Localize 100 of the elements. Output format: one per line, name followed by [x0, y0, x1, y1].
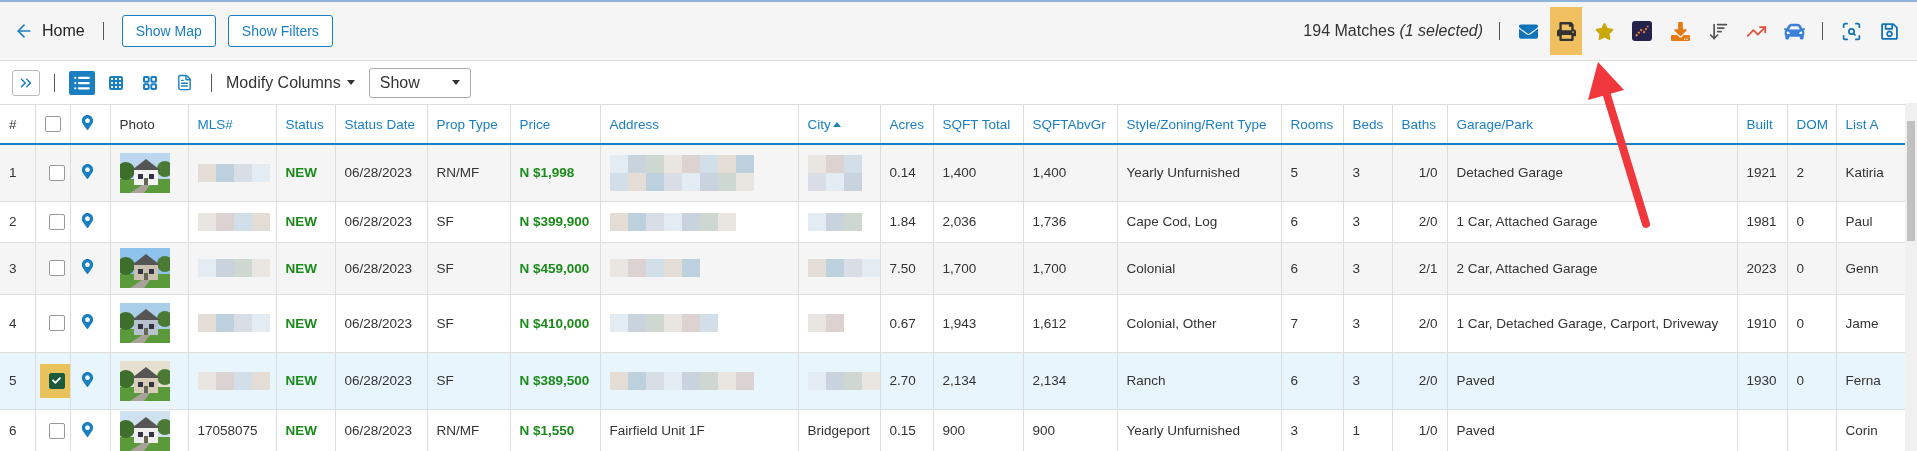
table-cell: 2/1	[1418, 260, 1438, 276]
table-cell: 2/0	[1418, 214, 1438, 229]
table-cell: 1,700	[1032, 260, 1067, 276]
table-cell: 5	[9, 373, 17, 388]
table-cell: 1,612	[1032, 315, 1067, 331]
table-cell: 3	[1352, 260, 1360, 276]
outline-button[interactable]: Show Filters	[227, 15, 333, 47]
table-cell: 3	[1352, 165, 1360, 181]
map-pin-icon	[79, 115, 95, 130]
table-cell: 2/0	[1418, 315, 1438, 331]
table-cell: 1930	[1746, 373, 1777, 388]
star-icon	[1594, 21, 1614, 41]
table-cell: 06/28/2023	[344, 214, 413, 229]
check-icon	[52, 376, 61, 385]
match-count: 194 Matches (1 selected)	[1303, 22, 1483, 40]
column-header[interactable]: List A	[1845, 116, 1879, 132]
table-cell: 1.84	[889, 214, 916, 229]
scrollbar[interactable]	[1905, 103, 1917, 451]
modify-columns-menu[interactable]: Modify Columns	[226, 73, 355, 92]
column-header[interactable]: City	[807, 116, 831, 132]
table-cell: 1,700	[942, 260, 977, 276]
table-cell: 1,400	[942, 165, 977, 181]
column-header[interactable]: Price	[519, 116, 551, 132]
table-cell: Fairfield Unit 1F	[609, 423, 705, 438]
table-cell: 0.14	[889, 165, 916, 181]
row-checkbox[interactable]	[48, 164, 65, 181]
select-all-checkbox[interactable]	[44, 116, 61, 132]
table-cell: Paul	[1845, 214, 1873, 229]
row-checkbox[interactable]	[48, 372, 65, 389]
table-cell: 2	[1796, 165, 1804, 181]
view-button[interactable]	[69, 70, 95, 95]
table-cell: 2023	[1746, 260, 1777, 276]
table-cell: Colonial, Other	[1126, 315, 1217, 331]
column-header[interactable]: Garage/Park	[1456, 116, 1534, 132]
map-pin-icon[interactable]	[79, 421, 95, 437]
table-cell: 900	[942, 423, 966, 438]
table-cell: 1,736	[1032, 214, 1067, 229]
table-cell: N $1,998	[519, 165, 575, 181]
table-cell: N $459,000	[519, 260, 590, 276]
table-cell: NEW	[285, 315, 317, 331]
table-cell: N $410,000	[519, 315, 590, 331]
table-cell: NEW	[285, 260, 317, 276]
table-cell: 0	[1796, 315, 1804, 331]
table-cell: RN/MF	[436, 423, 480, 438]
row-checkbox[interactable]	[48, 315, 65, 331]
table-cell: 3	[1352, 373, 1360, 388]
table-cell: 0	[1796, 214, 1804, 229]
map-pin-icon[interactable]	[79, 314, 95, 329]
save-icon	[1879, 21, 1899, 41]
print-icon	[1556, 21, 1576, 41]
map-pin-icon[interactable]	[79, 163, 95, 179]
table-cell: 1/0	[1418, 165, 1438, 181]
table-cell: 900	[1032, 423, 1056, 438]
table-cell: 2.70	[889, 373, 916, 388]
table-cell: 2/0	[1418, 373, 1438, 388]
table-cell: NEW	[285, 373, 317, 388]
row-checkbox[interactable]	[48, 422, 65, 439]
document-icon	[175, 74, 193, 91]
table-cell: Paved	[1456, 423, 1495, 438]
column-header: Photo	[119, 116, 155, 132]
column-header: #	[9, 116, 17, 132]
table-cell: 0	[1796, 373, 1804, 388]
row-checkbox[interactable]	[48, 260, 65, 276]
table-cell: Katiria	[1845, 165, 1884, 181]
table-cell: Jame	[1845, 315, 1879, 331]
table-cell: Yearly Unfurnished	[1126, 165, 1241, 181]
column-header[interactable]: MLS#	[197, 116, 233, 132]
mail-icon	[1518, 21, 1538, 41]
table-cell: 2,134	[1032, 373, 1067, 388]
map-pin-icon[interactable]	[79, 212, 95, 228]
table-cell: 3	[1290, 423, 1298, 438]
table-cell: Cape Cod, Log	[1126, 214, 1218, 229]
table-cell: SF	[436, 373, 454, 388]
table-cell: Corin	[1845, 423, 1878, 438]
column-header[interactable]: Address	[609, 116, 660, 132]
map-pin-icon[interactable]	[79, 371, 95, 387]
table-cell: 6	[1290, 373, 1298, 388]
back-link[interactable]: Home	[14, 21, 85, 41]
toolbar-button[interactable]	[1550, 7, 1582, 55]
table-cell: NEW	[285, 165, 317, 181]
expand-button[interactable]	[12, 69, 40, 96]
small-grid-icon	[108, 74, 124, 91]
show-select[interactable]: Show	[368, 67, 471, 98]
table-cell: 2,134	[942, 373, 977, 388]
table-cell: 3	[1352, 315, 1360, 331]
table-cell: 0.67	[889, 315, 916, 331]
table-cell: SF	[436, 214, 454, 229]
map-pin-icon[interactable]	[79, 259, 95, 274]
table-cell: N $389,500	[519, 373, 590, 388]
table-cell: 6	[1290, 260, 1298, 276]
chart-icon	[1632, 21, 1652, 41]
outline-button[interactable]: Show Map	[121, 15, 216, 47]
sort-ascending-icon	[832, 121, 841, 127]
table-cell: SF	[436, 260, 454, 276]
table-cell: 1910	[1746, 315, 1777, 331]
table-cell: SF	[436, 315, 454, 331]
row-checkbox[interactable]	[48, 213, 65, 230]
blurred-text	[807, 212, 862, 231]
table-cell: NEW	[285, 214, 317, 229]
search-icon	[1840, 20, 1862, 42]
